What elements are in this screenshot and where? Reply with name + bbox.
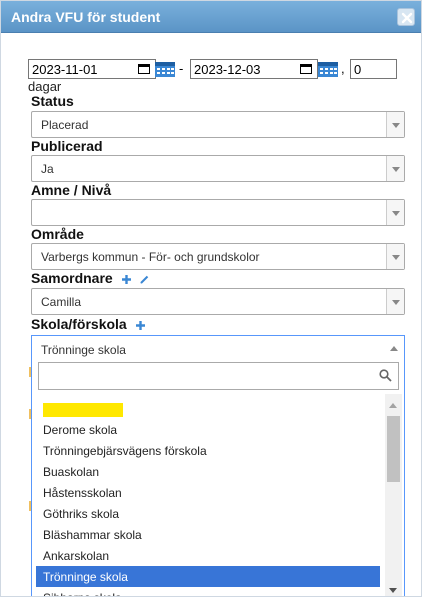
search-icon: [379, 369, 392, 382]
list-item[interactable]: Sibbarps skola: [36, 587, 380, 596]
end-date-input[interactable]: 2023-12-03: [190, 59, 318, 79]
amne-label: Amne / Nivå: [31, 182, 112, 198]
list-item[interactable]: Derome skola: [36, 419, 380, 440]
days-input[interactable]: 0: [350, 59, 397, 79]
chevron-down-icon[interactable]: [386, 289, 404, 314]
omrade-label: Område: [31, 226, 84, 242]
date-separator: -: [179, 61, 184, 76]
date-picker-icon[interactable]: [300, 64, 312, 74]
add-icon[interactable]: [121, 274, 132, 285]
omrade-select[interactable]: Varbergs kommun - För- och grundskolor: [31, 243, 405, 270]
omrade-value: Varbergs kommun - För- och grundskolor: [41, 250, 260, 264]
days-label: dagar: [28, 79, 62, 94]
status-label: Status: [31, 93, 74, 109]
skola-label: Skola/förskola: [31, 316, 146, 332]
status-value: Placerad: [41, 118, 89, 132]
scroll-thumb[interactable]: [387, 416, 400, 482]
dialog-title: Andra VFU för student: [11, 9, 161, 25]
date-range-row: 2023-11-01 - 2023-12-03 , 0: [28, 59, 408, 79]
skola-search-input[interactable]: [38, 362, 399, 390]
chevron-down-icon[interactable]: [386, 112, 404, 137]
redacted-highlight: [43, 403, 123, 417]
samordnare-select[interactable]: Camilla: [31, 288, 405, 315]
close-icon: [401, 12, 413, 24]
edit-icon[interactable]: [139, 274, 150, 285]
publicerad-label: Publicerad: [31, 138, 103, 154]
list-item[interactable]: Trönningebjärsvägens förskola: [36, 440, 380, 461]
dialog-titlebar[interactable]: Andra VFU för student: [1, 1, 421, 33]
comma-separator: ,: [341, 61, 345, 76]
skola-value: Trönninge skola: [41, 343, 126, 357]
amne-select[interactable]: [31, 199, 405, 226]
samordnare-label-text: Samordnare: [31, 270, 113, 286]
list-item[interactable]: Buaskolan: [36, 461, 380, 482]
calendar-icon[interactable]: [317, 60, 339, 78]
list-item-selected[interactable]: Trönninge skola: [36, 566, 380, 587]
start-date-value: 2023-11-01: [32, 62, 98, 77]
end-date-value: 2023-12-03: [194, 62, 261, 77]
list-item[interactable]: [36, 398, 380, 419]
start-date-input[interactable]: 2023-11-01: [28, 59, 156, 79]
close-button[interactable]: [397, 8, 415, 26]
list-item[interactable]: Håstensskolan: [36, 482, 380, 503]
samordnare-value: Camilla: [41, 295, 82, 309]
skola-options-list[interactable]: Derome skola Trönningebjärsvägens försko…: [36, 394, 402, 596]
publicerad-select[interactable]: Ja: [31, 155, 405, 182]
status-select[interactable]: Placerad: [31, 111, 405, 138]
skola-label-text: Skola/förskola: [31, 316, 127, 332]
date-picker-icon[interactable]: [138, 64, 150, 74]
publicerad-value: Ja: [41, 162, 54, 176]
list-item[interactable]: Göthriks skola: [36, 503, 380, 524]
samordnare-label: Samordnare: [31, 270, 150, 286]
chevron-down-icon[interactable]: [386, 200, 404, 225]
add-icon[interactable]: [135, 320, 146, 331]
list-item[interactable]: Bläshammar skola: [36, 524, 380, 545]
skola-select-open[interactable]: Trönninge skola Derome skola Trönningebj…: [31, 335, 405, 596]
chevron-down-icon[interactable]: [386, 156, 404, 181]
scroll-down-arrow-icon[interactable]: [389, 588, 397, 593]
chevron-up-icon[interactable]: [390, 346, 398, 351]
chevron-down-icon[interactable]: [386, 244, 404, 269]
list-item[interactable]: Ankarskolan: [36, 545, 380, 566]
calendar-icon[interactable]: [154, 60, 176, 78]
edit-vfu-dialog: Andra VFU för student 2023-11-01 - 2023-…: [0, 0, 422, 597]
scroll-up-arrow-icon[interactable]: [389, 403, 397, 408]
list-scrollbar[interactable]: [385, 394, 402, 596]
